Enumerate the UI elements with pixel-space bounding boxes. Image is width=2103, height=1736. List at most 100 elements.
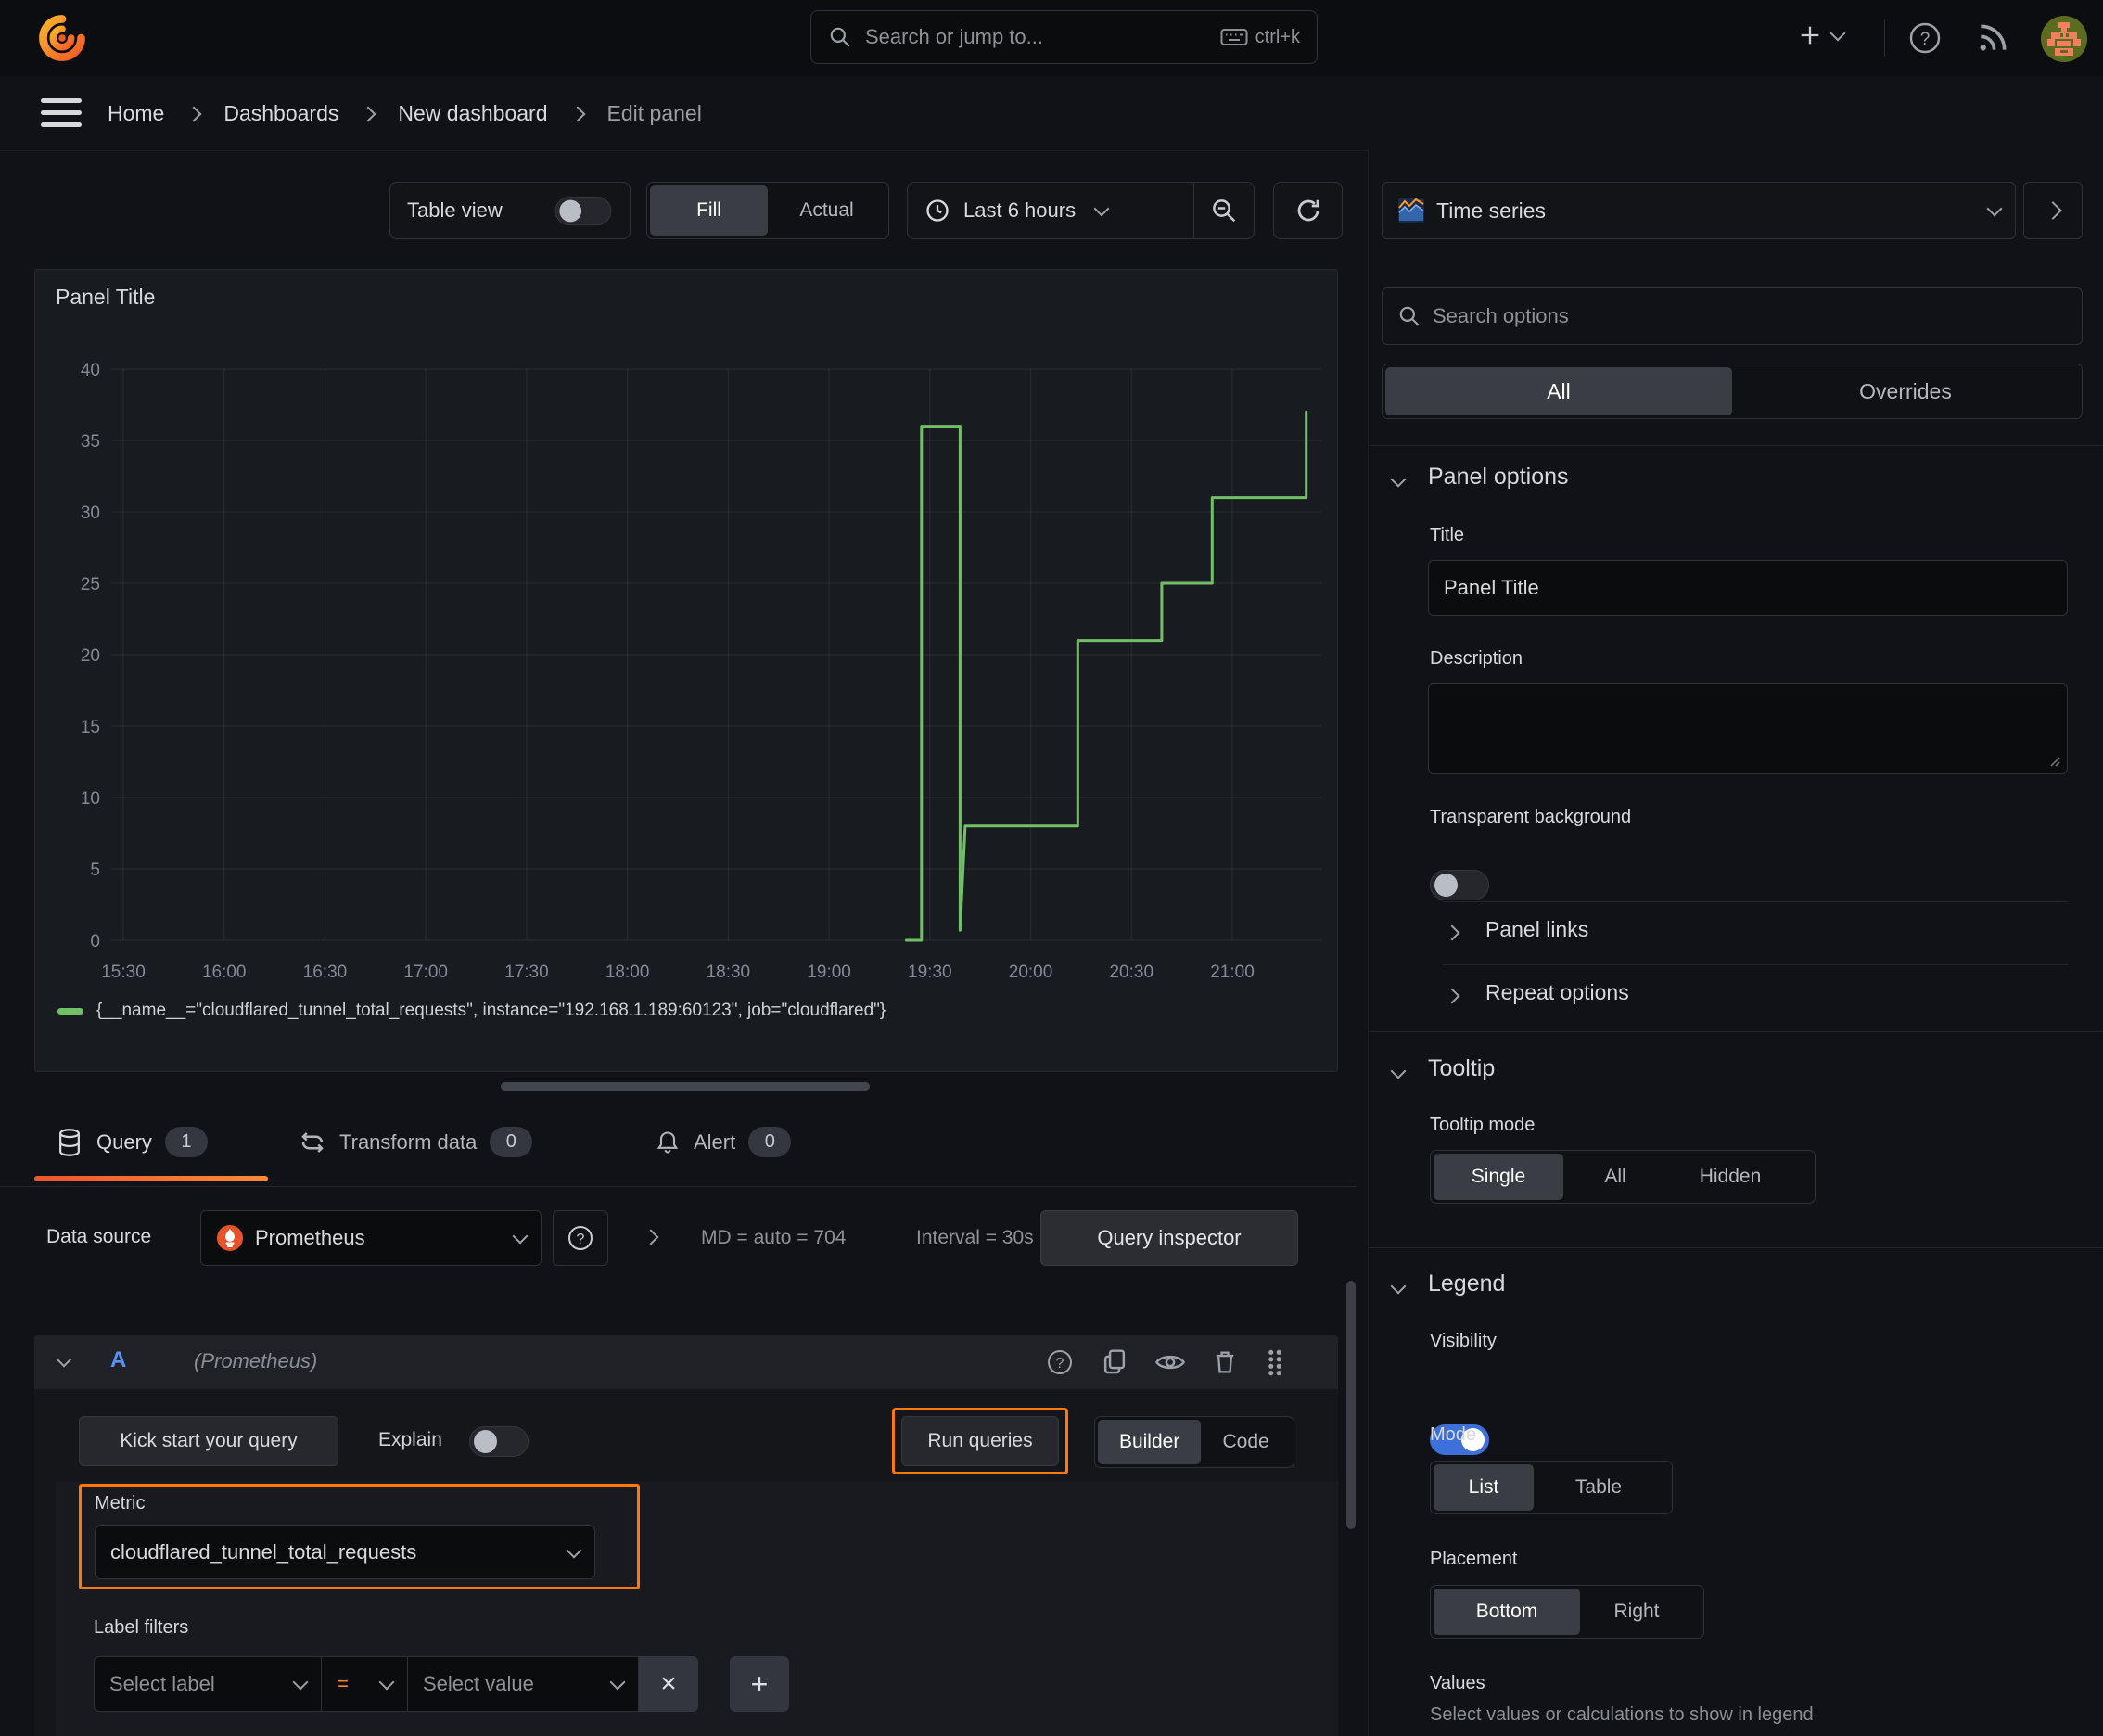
builder-option[interactable]: Builder [1098, 1420, 1202, 1464]
tab-overrides[interactable]: Overrides [1732, 367, 2079, 415]
chevron-right-icon [2044, 201, 2062, 220]
legend-heading[interactable]: Legend [1428, 1270, 1505, 1297]
viz-suggestions-button[interactable] [2023, 182, 2083, 239]
scrollbar[interactable] [1346, 1281, 1356, 1529]
panel-title: Panel Title [56, 285, 156, 309]
divider [1369, 1031, 2103, 1032]
all-overrides-segmented: All Overrides [1382, 364, 2083, 419]
rss-icon [1980, 24, 2007, 51]
tab-query[interactable]: Query 1 [56, 1127, 208, 1157]
breadcrumb: Home Dashboards New dashboard Edit panel [108, 101, 702, 126]
datasource-select[interactable]: Prometheus [200, 1210, 542, 1266]
select-value-dropdown[interactable]: Select value [407, 1656, 639, 1712]
global-search-input[interactable]: Search or jump to... ctrl+k [810, 10, 1318, 64]
visualization-select[interactable]: Time series [1382, 182, 2016, 239]
transparent-background-toggle[interactable] [1430, 870, 1489, 900]
time-range-picker[interactable]: Last 6 hours [908, 198, 1193, 223]
news-rss-button[interactable] [1975, 20, 2010, 56]
chart-legend[interactable]: {__name__="cloudflared_tunnel_total_requ… [57, 1001, 886, 1021]
legend-mode-segmented: List Table [1430, 1461, 1673, 1514]
chevron-right-icon [185, 106, 202, 121]
query-row-header[interactable]: A (Prometheus) ? [34, 1335, 1338, 1389]
query-row-actions: ? [1045, 1347, 1286, 1377]
svg-text:15:30: 15:30 [101, 963, 146, 982]
query-inspector-button[interactable]: Query inspector [1040, 1210, 1298, 1266]
svg-text:17:00: 17:00 [403, 963, 448, 982]
add-new-button[interactable] [1797, 22, 1846, 48]
svg-text:?: ? [577, 1232, 585, 1247]
svg-text:17:30: 17:30 [504, 963, 549, 982]
placement-right-option[interactable]: Right [1580, 1589, 1693, 1635]
svg-text:15: 15 [81, 718, 100, 737]
tab-alert[interactable]: Alert 0 [655, 1127, 792, 1157]
drag-handle-icon[interactable] [1264, 1347, 1286, 1377]
refresh-icon [1297, 199, 1319, 222]
breadcrumb-dashboards[interactable]: Dashboards [223, 101, 338, 126]
hide-response-eye-icon[interactable] [1154, 1348, 1186, 1376]
divider [1369, 445, 2103, 446]
kick-start-query-button[interactable]: Kick start your query [79, 1416, 338, 1466]
add-filter-button[interactable]: + [730, 1656, 789, 1712]
tab-transform-data[interactable]: Transform data 0 [299, 1127, 533, 1157]
divider [1443, 964, 2068, 965]
breadcrumb-new-dashboard[interactable]: New dashboard [398, 101, 547, 126]
panel-title-value: Panel Title [1444, 576, 1539, 599]
menu-hamburger-button[interactable] [41, 96, 82, 130]
panel-links-section[interactable]: Panel links [1485, 917, 1588, 942]
placement-bottom-option[interactable]: Bottom [1434, 1589, 1580, 1635]
visualization-name: Time series [1436, 198, 1546, 223]
tooltip-hidden-option[interactable]: Hidden [1667, 1154, 1793, 1200]
collapse-query-chevron[interactable] [56, 1351, 72, 1368]
table-view-toggle[interactable] [554, 196, 612, 225]
repeat-options-section[interactable]: Repeat options [1485, 980, 1629, 1005]
title-label: Title [1430, 525, 1465, 545]
chevron-down-icon [378, 1674, 395, 1690]
tooltip-all-option[interactable]: All [1563, 1154, 1667, 1200]
zoom-out-button[interactable] [1194, 197, 1254, 224]
operator-dropdown[interactable]: = [321, 1656, 408, 1712]
breadcrumb-home[interactable]: Home [108, 101, 164, 126]
svg-text:40: 40 [81, 361, 100, 380]
remove-filter-button[interactable]: × [639, 1656, 698, 1712]
zoom-out-icon [1213, 199, 1236, 223]
tooltip-single-option[interactable]: Single [1434, 1154, 1563, 1200]
chevron-down-icon [1093, 200, 1110, 217]
search-options-input[interactable]: Search options [1382, 287, 2083, 345]
code-option[interactable]: Code [1201, 1420, 1291, 1464]
grafana-logo-icon[interactable] [37, 13, 87, 63]
breadcrumb-bar: Home Dashboards New dashboard Edit panel… [0, 76, 2103, 228]
duplicate-query-icon[interactable] [1101, 1347, 1128, 1377]
help-button[interactable]: ? [1906, 19, 1944, 57]
tooltip-heading[interactable]: Tooltip [1428, 1055, 1495, 1082]
svg-text:30: 30 [81, 504, 100, 523]
explain-toggle[interactable] [469, 1426, 529, 1457]
panel-options-heading[interactable]: Panel options [1428, 464, 1569, 491]
legend-table-option[interactable]: Table [1534, 1464, 1663, 1511]
description-textarea[interactable] [1428, 683, 2068, 774]
delete-query-trash-icon[interactable] [1212, 1348, 1238, 1376]
refresh-button[interactable] [1273, 182, 1343, 239]
chevron-down-icon [566, 1542, 582, 1558]
panel-title-input[interactable]: Panel Title [1428, 560, 2068, 616]
actual-option[interactable]: Actual [768, 185, 886, 236]
time-series-chart: 0 5 10 15 20 25 30 35 40 15:30 16:00 16:30 17:00 17:3… [81, 361, 1321, 982]
fill-option[interactable]: Fill [650, 185, 768, 236]
divider [1369, 1247, 2103, 1248]
select-label-dropdown[interactable]: Select label [94, 1656, 322, 1712]
datasource-help-button[interactable]: ? [553, 1210, 608, 1266]
metric-select[interactable]: cloudflared_tunnel_total_requests [95, 1525, 595, 1579]
metric-value: cloudflared_tunnel_total_requests [110, 1540, 417, 1564]
expand-stats-chevron[interactable] [643, 1229, 659, 1245]
series-label: {__name__="cloudflared_tunnel_total_requ… [96, 1001, 886, 1020]
builder-code-segmented: Builder Code [1094, 1416, 1294, 1468]
search-icon [1399, 306, 1420, 326]
user-avatar[interactable] [2040, 15, 2088, 63]
run-queries-button[interactable]: Run queries [901, 1416, 1059, 1466]
chevron-down-icon [512, 1228, 529, 1244]
help-circle-icon[interactable]: ? [1045, 1347, 1075, 1377]
legend-list-option[interactable]: List [1434, 1464, 1534, 1511]
tab-all[interactable]: All [1385, 367, 1732, 415]
breadcrumb-edit-panel: Edit panel [606, 101, 702, 125]
legend-values-hint: Select values or calculations to show in… [1430, 1704, 1814, 1725]
panel-resize-handle[interactable] [501, 1082, 870, 1091]
